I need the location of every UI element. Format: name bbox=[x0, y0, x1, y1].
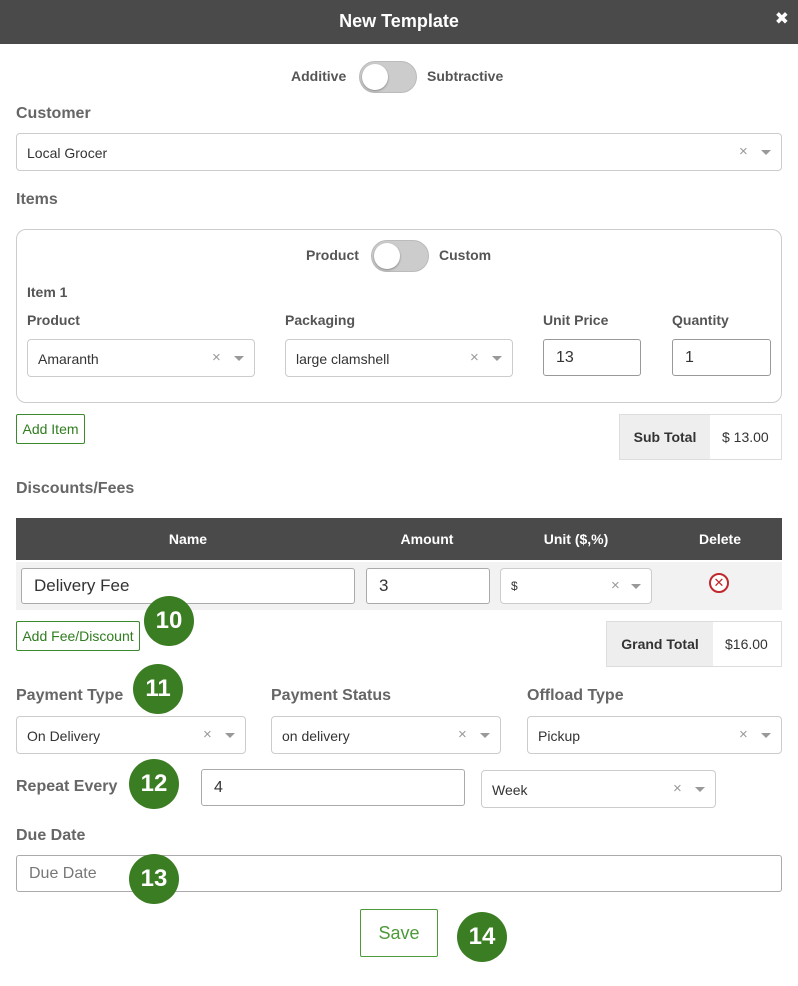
clear-icon[interactable]: × bbox=[203, 726, 212, 743]
step-badge-11: 11 bbox=[133, 664, 183, 714]
fee-unit-value: $ bbox=[511, 579, 518, 593]
payment-type-select[interactable]: On Delivery × bbox=[16, 716, 246, 754]
clear-icon[interactable]: × bbox=[458, 726, 467, 743]
offload-type-label: Offload Type bbox=[527, 687, 624, 704]
column-name: Name bbox=[168, 531, 208, 547]
payment-type-label: Payment Type bbox=[16, 687, 124, 704]
payment-status-value: on delivery bbox=[282, 728, 350, 744]
subtotal-label: Sub Total bbox=[620, 415, 710, 459]
customer-select[interactable]: Local Grocer × bbox=[16, 133, 782, 171]
add-item-button[interactable]: Add Item bbox=[16, 414, 85, 444]
step-badge-14: 14 bbox=[457, 912, 507, 962]
quantity-input[interactable] bbox=[672, 339, 771, 376]
close-icon[interactable]: ✖ bbox=[775, 9, 789, 29]
clear-icon[interactable]: × bbox=[470, 349, 479, 366]
fee-unit-select[interactable]: $ × bbox=[500, 568, 652, 604]
chevron-down-icon[interactable] bbox=[631, 584, 641, 589]
customer-label: Customer bbox=[16, 105, 91, 122]
step-badge-13: 13 bbox=[129, 854, 179, 904]
repeat-unit-value: Week bbox=[492, 782, 528, 798]
unit-price-label: Unit Price bbox=[543, 312, 609, 328]
clear-icon[interactable]: × bbox=[739, 143, 748, 160]
repeat-interval-input[interactable] bbox=[201, 769, 465, 806]
offload-type-value: Pickup bbox=[538, 728, 581, 744]
repeat-every-label: Repeat Every bbox=[16, 778, 118, 795]
product-label: Product bbox=[27, 312, 80, 328]
chevron-down-icon[interactable] bbox=[480, 733, 490, 738]
add-fee-discount-button[interactable]: Add Fee/Discount bbox=[16, 621, 140, 651]
column-unit: Unit ($,%) bbox=[543, 531, 609, 547]
fee-name-input[interactable] bbox=[21, 568, 355, 604]
modal-title: New Template bbox=[339, 11, 459, 31]
chevron-down-icon[interactable] bbox=[695, 787, 705, 792]
clear-icon[interactable]: × bbox=[673, 780, 682, 797]
packaging-select[interactable]: large clamshell × bbox=[285, 339, 513, 377]
chevron-down-icon[interactable] bbox=[761, 733, 771, 738]
fees-label: Discounts/Fees bbox=[16, 480, 135, 497]
grand-total-label: Grand Total bbox=[607, 622, 713, 666]
subtractive-label: Subtractive bbox=[427, 68, 504, 84]
item-title: Item 1 bbox=[27, 284, 68, 300]
chevron-down-icon[interactable] bbox=[225, 733, 235, 738]
payment-status-select[interactable]: on delivery × bbox=[271, 716, 501, 754]
subtotal-value: $ 13.00 bbox=[722, 429, 769, 445]
step-badge-10: 10 bbox=[144, 596, 194, 646]
fees-table-header: Name Amount Unit ($,%) Delete bbox=[16, 518, 782, 560]
custom-mode-label: Custom bbox=[439, 247, 492, 263]
offload-type-select[interactable]: Pickup × bbox=[527, 716, 782, 754]
fee-amount-input[interactable] bbox=[366, 568, 490, 604]
delete-icon[interactable]: ✕ bbox=[709, 573, 729, 593]
payment-status-label: Payment Status bbox=[271, 687, 392, 704]
grand-total-box: Grand Total $16.00 bbox=[606, 621, 782, 667]
product-custom-toggle[interactable] bbox=[371, 240, 429, 272]
toggle-knob bbox=[374, 243, 400, 269]
product-mode-label: Product bbox=[306, 247, 359, 263]
due-date-label: Due Date bbox=[16, 827, 86, 844]
column-delete: Delete bbox=[698, 531, 742, 547]
mode-toggle[interactable] bbox=[359, 61, 417, 93]
clear-icon[interactable]: × bbox=[611, 577, 620, 594]
chevron-down-icon[interactable] bbox=[492, 356, 502, 361]
clear-icon[interactable]: × bbox=[739, 726, 748, 743]
repeat-unit-select[interactable]: Week × bbox=[481, 770, 716, 808]
toggle-knob bbox=[362, 64, 388, 90]
quantity-label: Quantity bbox=[672, 312, 729, 328]
product-value: Amaranth bbox=[38, 351, 99, 367]
packaging-label: Packaging bbox=[285, 312, 356, 328]
packaging-value: large clamshell bbox=[296, 351, 390, 367]
save-button[interactable]: Save bbox=[360, 909, 438, 957]
step-badge-12: 12 bbox=[129, 759, 179, 809]
chevron-down-icon[interactable] bbox=[761, 150, 771, 155]
customer-value: Local Grocer bbox=[27, 145, 108, 161]
column-amount: Amount bbox=[400, 531, 454, 547]
modal-header: New Template ✖ bbox=[0, 0, 798, 44]
additive-label: Additive bbox=[291, 68, 347, 84]
payment-type-value: On Delivery bbox=[27, 728, 101, 744]
unit-price-input[interactable] bbox=[543, 339, 641, 376]
grand-total-value: $16.00 bbox=[725, 636, 768, 652]
product-select[interactable]: Amaranth × bbox=[27, 339, 255, 377]
items-label: Items bbox=[16, 191, 58, 208]
chevron-down-icon[interactable] bbox=[234, 356, 244, 361]
subtotal-box: Sub Total $ 13.00 bbox=[619, 414, 782, 460]
clear-icon[interactable]: × bbox=[212, 349, 221, 366]
